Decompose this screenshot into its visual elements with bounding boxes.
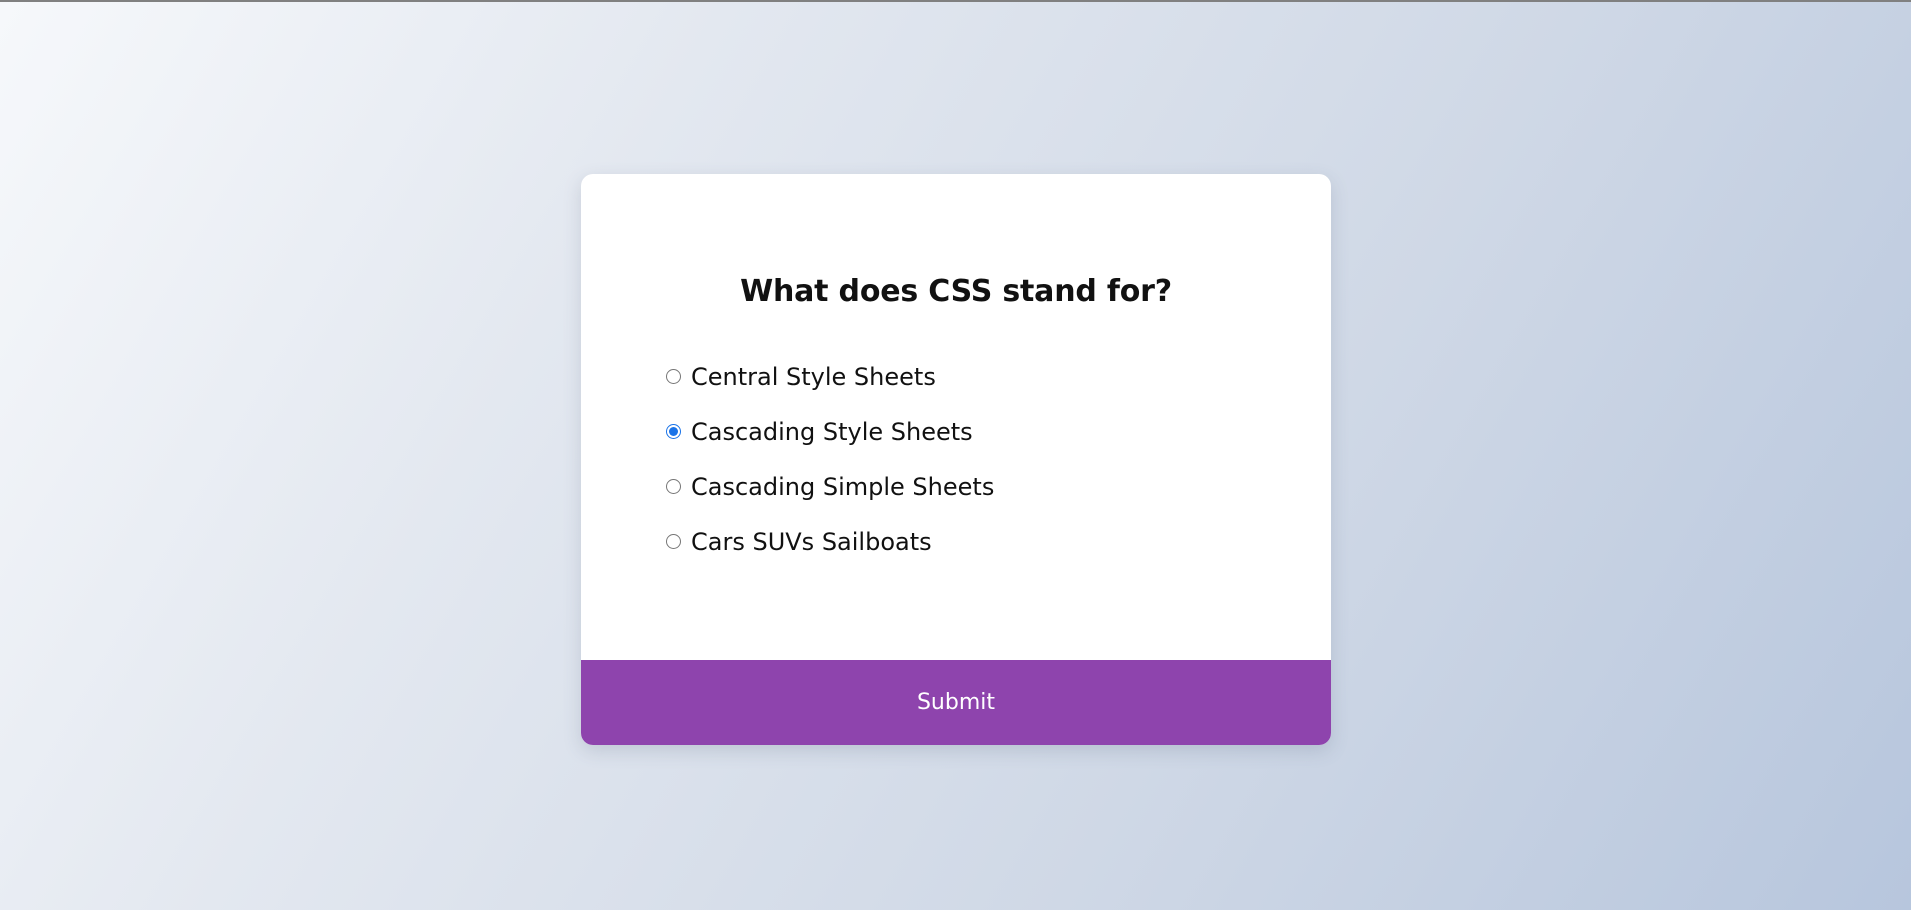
question-title: What does CSS stand for? [740, 274, 1172, 309]
quiz-card: What does CSS stand for? Central Style S… [581, 174, 1331, 745]
answer-radio-c[interactable] [666, 479, 681, 494]
answers-list: Central Style Sheets Cascading Style She… [666, 349, 1246, 569]
answer-item-c: Cascading Simple Sheets [666, 459, 1246, 514]
quiz-header: What does CSS stand for? Central Style S… [581, 174, 1331, 660]
window-top-border [0, 0, 1911, 2]
answer-label-d[interactable]: Cars SUVs Sailboats [691, 528, 932, 556]
answer-item-b: Cascading Style Sheets [666, 404, 1246, 459]
answer-label-b[interactable]: Cascading Style Sheets [691, 418, 973, 446]
answer-label-a[interactable]: Central Style Sheets [691, 363, 936, 391]
answer-item-a: Central Style Sheets [666, 349, 1246, 404]
answer-label-c[interactable]: Cascading Simple Sheets [691, 473, 994, 501]
answer-radio-b[interactable] [666, 424, 681, 439]
answer-radio-d[interactable] [666, 534, 681, 549]
answer-radio-a[interactable] [666, 369, 681, 384]
submit-button[interactable]: Submit [581, 660, 1331, 745]
answer-item-d: Cars SUVs Sailboats [666, 514, 1246, 569]
